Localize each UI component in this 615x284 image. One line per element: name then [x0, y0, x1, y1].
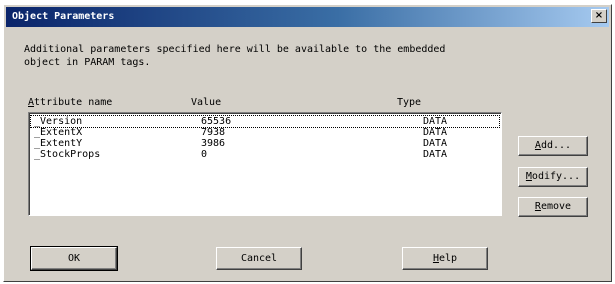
- remove-button[interactable]: Remove: [518, 197, 588, 217]
- remove-label: emove: [540, 201, 572, 212]
- row-name: _ExtentX: [34, 127, 83, 138]
- close-icon: ×: [594, 10, 604, 21]
- attribute-name-header: Attribute name: [28, 97, 112, 108]
- ok-button[interactable]: OK: [30, 246, 118, 271]
- help-label: elp: [438, 253, 458, 264]
- title-bar[interactable]: Object Parameters ×: [6, 7, 609, 27]
- row-value: 65536: [201, 116, 232, 127]
- help-button[interactable]: Help: [402, 247, 488, 270]
- row-type: DATA: [423, 127, 448, 138]
- row-name: _Version: [34, 116, 83, 127]
- table-row[interactable]: _StockProps 0 DATA: [31, 149, 499, 160]
- cancel-button[interactable]: Cancel: [216, 247, 302, 270]
- table-row[interactable]: _ExtentY 3986 DATA: [31, 138, 499, 149]
- attribute-name-header-rest: ttribute name: [34, 97, 113, 108]
- description-text: Additional parameters specified here wil…: [24, 44, 446, 68]
- add-button[interactable]: Add...: [518, 136, 588, 156]
- modify-button[interactable]: Modify...: [518, 167, 588, 187]
- add-label: dd...: [540, 140, 572, 151]
- close-button[interactable]: ×: [591, 9, 607, 23]
- row-value: 7938: [201, 127, 226, 138]
- parameters-list[interactable]: _Version 65536 DATA _ExtentX 7938 DATA _…: [28, 112, 502, 216]
- row-type: DATA: [423, 116, 448, 127]
- table-row[interactable]: _ExtentX 7938 DATA: [31, 127, 499, 138]
- row-name: _ExtentY: [34, 138, 83, 149]
- table-row[interactable]: _Version 65536 DATA: [30, 115, 500, 128]
- modify-label: odify...: [531, 171, 581, 182]
- row-value: 3986: [201, 138, 226, 149]
- row-type: DATA: [423, 149, 448, 160]
- row-name: _StockProps: [34, 149, 101, 160]
- row-type: DATA: [423, 138, 448, 149]
- value-header: Value: [191, 97, 222, 108]
- object-parameters-dialog: Object Parameters × Additional parameter…: [3, 4, 612, 282]
- row-value: 0: [201, 149, 208, 160]
- dialog-title: Object Parameters: [12, 11, 115, 22]
- type-header: Type: [397, 97, 422, 108]
